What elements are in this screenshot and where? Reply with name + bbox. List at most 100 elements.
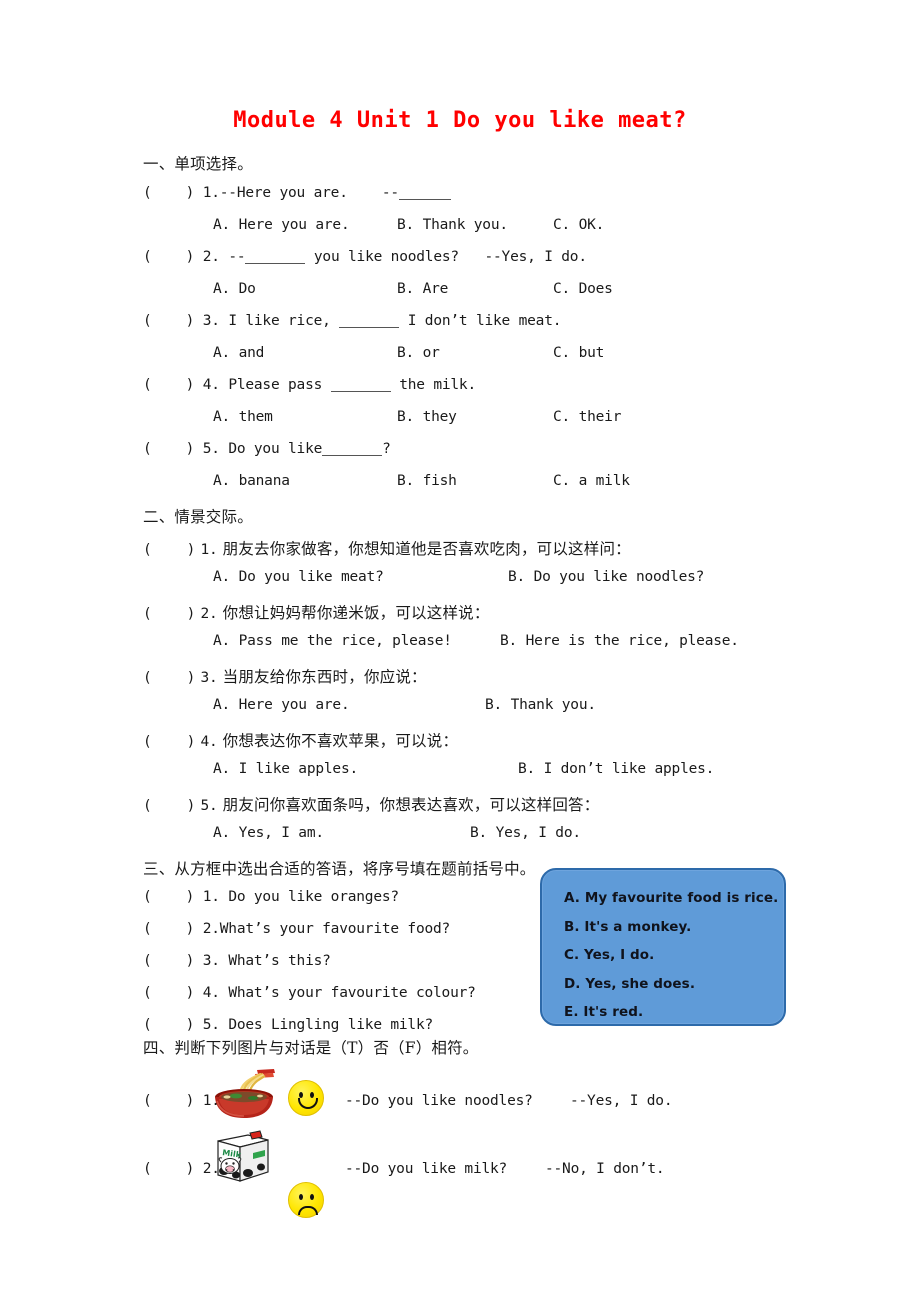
- option-2-5-a[interactable]: A. Yes, I am.: [213, 825, 324, 841]
- question-2-3: ( ) 3. 当朋友给你东西时，你应说：: [143, 665, 427, 687]
- answer-bracket[interactable]: ( ): [143, 1161, 194, 1177]
- question-2-4: ( ) 4. 你想表达你不喜欢苹果，可以说：: [143, 729, 458, 751]
- answer-bracket[interactable]: ( ): [143, 921, 194, 937]
- answer-box-line-c: C. Yes, I do.: [564, 947, 655, 963]
- eye-left: [299, 1194, 303, 1200]
- question-3-3: ( ) 3. What’s this?: [143, 953, 331, 969]
- question-number: 2.: [202, 249, 220, 265]
- answer-bracket[interactable]: ( ): [143, 377, 194, 393]
- option-2-1-b[interactable]: B. Do you like noodles?: [508, 569, 704, 585]
- milk-carton-image: Milk: [206, 1129, 278, 1191]
- option-1-4-c[interactable]: C. their: [553, 409, 621, 425]
- option-1-1-b[interactable]: B. Thank you.: [397, 217, 508, 233]
- answer-bracket[interactable]: ( ): [143, 953, 194, 969]
- option-1-1-a[interactable]: A. Here you are.: [213, 217, 350, 233]
- option-1-2-c[interactable]: C. Does: [553, 281, 613, 297]
- option-1-3-b[interactable]: B. or: [397, 345, 440, 361]
- question-2-5: ( ) 5. 朋友问你喜欢面条吗，你想表达喜欢，可以这样回答：: [143, 793, 599, 815]
- question-number: 4.: [200, 734, 218, 750]
- question-number: 4.: [202, 985, 220, 1001]
- answer-bracket[interactable]: ( ): [143, 985, 194, 1001]
- blank-underline[interactable]: [322, 441, 383, 456]
- section-heading-2: 二、情景交际。: [143, 508, 253, 526]
- question-stem: 朋友去你家做客，你想知道他是否喜欢吃肉，可以这样问：: [222, 540, 631, 558]
- question-stem-pre: --: [228, 249, 246, 265]
- option-1-2-a[interactable]: A. Do: [213, 281, 256, 297]
- question-number: 2.: [200, 606, 218, 622]
- option-1-2-b[interactable]: B. Are: [397, 281, 448, 297]
- option-2-4-b[interactable]: B. I don’t like apples.: [518, 761, 714, 777]
- answer-bracket[interactable]: ( ): [143, 734, 195, 750]
- answer-bracket[interactable]: ( ): [143, 1093, 194, 1109]
- option-2-2-a[interactable]: A. Pass me the rice, please!: [213, 633, 452, 649]
- question-stem: --Here you are. --: [219, 185, 399, 201]
- option-2-4-a[interactable]: A. I like apples.: [213, 761, 358, 777]
- option-2-3-b[interactable]: B. Thank you.: [485, 697, 596, 713]
- option-2-3-a[interactable]: A. Here you are.: [213, 697, 350, 713]
- option-1-5-b[interactable]: B. fish: [397, 473, 457, 489]
- question-number: 5.: [202, 1017, 220, 1033]
- answer-box-line-e: E. It's red.: [564, 1004, 644, 1020]
- blank-underline[interactable]: [330, 377, 391, 392]
- blank-underline[interactable]: [245, 249, 306, 264]
- section-heading-3: 三、从方框中选出合适的答语，将序号填在题前括号中。: [143, 860, 536, 878]
- question-number: 3.: [202, 313, 220, 329]
- question-number: 5.: [202, 441, 220, 457]
- question-stem-post: you like noodles? --Yes, I do.: [305, 249, 587, 265]
- question-1-2: ( ) 2. -- you like noodles? --Yes, I do.: [143, 249, 587, 265]
- answer-bracket[interactable]: ( ): [143, 313, 194, 329]
- answer-bracket[interactable]: ( ): [143, 798, 195, 814]
- question-number: 3.: [200, 670, 218, 686]
- question-3-4: ( ) 4. What’s your favourite colour?: [143, 985, 476, 1001]
- option-1-4-b[interactable]: B. they: [397, 409, 457, 425]
- blank-underline[interactable]: [398, 185, 451, 200]
- answer-bracket[interactable]: ( ): [143, 185, 194, 201]
- question-stem: What’s your favourite food?: [219, 921, 451, 937]
- question-stem: 你想让妈妈帮你递米饭，可以这样说：: [222, 604, 490, 622]
- section-heading-1: 一、单项选择。: [143, 155, 253, 173]
- option-2-1-a[interactable]: A. Do you like meat?: [213, 569, 384, 585]
- option-1-4-a[interactable]: A. them: [213, 409, 273, 425]
- option-1-3-a[interactable]: A. and: [213, 345, 264, 361]
- question-3-5: ( ) 5. Does Lingling like milk?: [143, 1017, 433, 1033]
- question-stem: 朋友问你喜欢面条吗，你想表达喜欢，可以这样回答：: [222, 796, 600, 814]
- answer-box-line-b: B. It's a monkey.: [564, 918, 692, 935]
- question-stem: What’s your favourite colour?: [228, 985, 476, 1001]
- question-3-2: ( ) 2.What’s your favourite food?: [143, 921, 450, 937]
- option-1-5-a[interactable]: A. banana: [213, 473, 290, 489]
- question-stem: 当朋友给你东西时，你应说：: [222, 668, 427, 686]
- option-1-1-c[interactable]: C. OK.: [553, 217, 604, 233]
- answer-bracket[interactable]: ( ): [143, 889, 194, 905]
- answer-bracket[interactable]: ( ): [143, 441, 194, 457]
- question-1-1: ( ) 1.--Here you are. --: [143, 185, 451, 201]
- answer-bracket[interactable]: ( ): [143, 249, 194, 265]
- dialogue-question-2: --Do you like milk?: [345, 1161, 508, 1177]
- question-number: 1.: [202, 185, 220, 201]
- dialogue-answer-1: --Yes, I do.: [570, 1093, 673, 1109]
- noodle-bowl-image: [211, 1068, 283, 1124]
- answer-bracket[interactable]: ( ): [143, 542, 195, 558]
- question-number: 3.: [202, 953, 220, 969]
- answer-bracket[interactable]: ( ): [143, 606, 195, 622]
- answer-bracket[interactable]: ( ): [143, 670, 195, 686]
- question-3-1: ( ) 1. Do you like oranges?: [143, 889, 399, 905]
- question-stem: Does Lingling like milk?: [228, 1017, 434, 1033]
- question-1-4: ( ) 4. Please pass the milk.: [143, 377, 476, 393]
- mouth-frown: [298, 1206, 318, 1215]
- option-2-2-b[interactable]: B. Here is the rice, please.: [500, 633, 739, 649]
- option-1-3-c[interactable]: C. but: [553, 345, 604, 361]
- answer-choice-box: A. My favourite food is rice. B. It's a …: [540, 868, 786, 1026]
- answer-box-line-a: A. My favourite food is rice.: [564, 890, 779, 906]
- question-number: 2.: [202, 921, 220, 937]
- option-2-5-b[interactable]: B. Yes, I do.: [470, 825, 581, 841]
- answer-bracket[interactable]: ( ): [143, 1017, 194, 1033]
- smiley-happy-icon: [288, 1080, 324, 1116]
- question-stem: Do you like oranges?: [228, 889, 399, 905]
- answer-box-line-d: D. Yes, she does.: [564, 975, 696, 992]
- smiley-sad-icon: [288, 1182, 324, 1218]
- option-1-5-c[interactable]: C. a milk: [553, 473, 630, 489]
- blank-underline[interactable]: [339, 313, 400, 328]
- question-stem-post: ?: [382, 441, 391, 457]
- dialogue-answer-2: --No, I don’t.: [545, 1161, 665, 1177]
- question-2-2: ( ) 2. 你想让妈妈帮你递米饭，可以这样说：: [143, 601, 490, 623]
